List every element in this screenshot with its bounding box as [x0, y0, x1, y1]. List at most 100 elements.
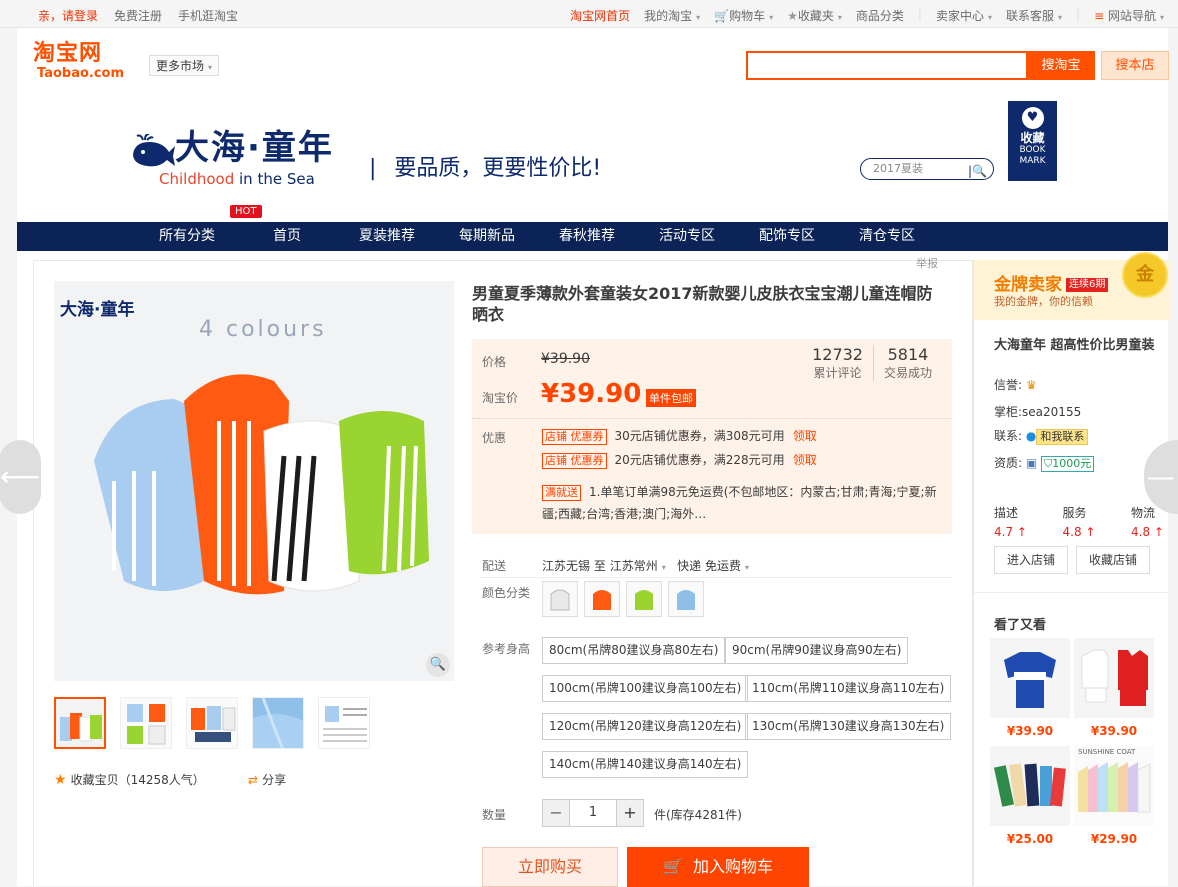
ship-method-dropdown[interactable]: 快递 免运费 ▾: [677, 559, 749, 573]
shop-name[interactable]: 大海童年 超高性价比男童装: [994, 334, 1155, 353]
color-option-blue[interactable]: [668, 581, 704, 617]
report-link[interactable]: 举报: [916, 255, 938, 271]
carousel-prev-arrow[interactable]: ⟵: [0, 440, 41, 514]
zoom-icon[interactable]: 🔍: [426, 653, 450, 677]
recommendation-photo: [1074, 638, 1154, 718]
seller-center-menu[interactable]: 卖家中心 ▾: [936, 7, 992, 24]
size-option-120[interactable]: 120cm(吊牌120建议身高120左右): [542, 713, 749, 740]
favorite-item-button[interactable]: ★ 收藏宝贝（14258人气）: [54, 771, 205, 788]
color-option-green[interactable]: [626, 581, 662, 617]
divider: |: [1076, 7, 1081, 21]
cart-icon: 🛒: [662, 857, 683, 876]
chevron-down-icon: ▾: [1159, 13, 1164, 22]
claim-coupon-link[interactable]: 领取: [793, 429, 817, 443]
size-option-140[interactable]: 140cm(吊牌140建议身高140左右): [542, 751, 749, 778]
quantity-plus-button[interactable]: +: [617, 800, 643, 826]
divider: |: [917, 7, 922, 21]
thumbnail-4[interactable]: [252, 697, 304, 749]
claim-coupon-link[interactable]: 领取: [793, 453, 817, 467]
recommendation-price: ¥25.00: [1006, 832, 1054, 846]
add-to-cart-button[interactable]: 🛒 加入购物车: [627, 847, 809, 887]
color-option-orange[interactable]: [584, 581, 620, 617]
mobile-link[interactable]: 手机逛淘宝: [178, 9, 238, 23]
favorite-shop-button[interactable]: 收藏店铺: [1076, 546, 1150, 574]
deposit-badge[interactable]: ⛉1000元: [1041, 456, 1095, 472]
recommendation-item[interactable]: SUNSHINE COAT ¥29.90: [1074, 746, 1154, 846]
product-main-image[interactable]: 大海·童年 4 colours 🔍: [54, 281, 454, 681]
manager-name[interactable]: sea20155: [1022, 405, 1081, 419]
ship-to-dropdown[interactable]: 江苏常州 ▾: [610, 559, 666, 573]
login-link[interactable]: 亲，请登录: [38, 9, 98, 23]
site-nav-menu[interactable]: ≡ 网站导航 ▾: [1094, 7, 1164, 24]
deposit-amount: 1000元: [1052, 457, 1092, 470]
cart-menu[interactable]: 🛒购物车 ▾: [714, 7, 773, 24]
my-taobao-menu[interactable]: 我的淘宝 ▾: [644, 7, 700, 24]
shop-search-input[interactable]: 2017夏装 |🔍: [860, 158, 994, 180]
rating-label: 描述: [994, 506, 1019, 520]
shop-brand[interactable]: 大海·童年 Childhood in the Sea: [129, 128, 334, 190]
promo-coupon-1: 店铺 优惠券 30元店铺优惠券，满308元可用 领取: [542, 427, 817, 445]
thumbnail-1[interactable]: [54, 697, 106, 749]
recommendation-item[interactable]: ¥39.90: [1074, 638, 1154, 738]
recommendation-item[interactable]: ¥39.90: [990, 638, 1070, 738]
stock-info: 件(库存4281件): [654, 808, 742, 822]
nav-item-events[interactable]: 活动专区: [637, 222, 737, 251]
shop-buttons: 进入店铺 收藏店铺: [994, 546, 1150, 574]
bookmark-label: 收藏: [1020, 131, 1045, 145]
recommendation-item[interactable]: ¥25.00: [990, 746, 1070, 846]
taobao-home-link[interactable]: 淘宝网首页: [570, 7, 630, 24]
thumbnail-photo: [319, 698, 369, 748]
shop-ratings: 描述 4.7 ↑ 服务 4.8 ↑ 物流 4.8 ↑: [994, 504, 1164, 539]
rating-score: 4.8 ↑: [1131, 525, 1164, 539]
nav-item-summer[interactable]: 夏装推荐: [337, 222, 437, 251]
free-shipping-badge: 单件包邮: [646, 389, 696, 407]
quantity-minus-button[interactable]: −: [543, 800, 569, 826]
nav-item-clearance[interactable]: 清仓专区: [837, 222, 937, 251]
shop-nav-items: 所有分类 首页 夏装推荐 每期新品 春秋推荐 活动专区 配饰专区 清仓专区: [137, 222, 937, 251]
favorites-menu[interactable]: ★收藏夹 ▾: [787, 7, 842, 24]
nav-item-all-categories[interactable]: 所有分类: [137, 222, 237, 251]
more-market-dropdown[interactable]: 更多市场 ▾: [149, 55, 220, 76]
contact-seller-button[interactable]: 和我联系: [1036, 429, 1089, 445]
reviews-label: 累计评论: [813, 366, 862, 380]
thumbnail-2[interactable]: [120, 697, 172, 749]
nav-item-spring-autumn[interactable]: 春秋推荐: [537, 222, 637, 251]
categories-link[interactable]: 商品分类: [856, 7, 904, 24]
size-option-130[interactable]: 130cm(吊牌130建议身高130左右): [745, 713, 952, 740]
consecutive-badge: 连续6期: [1066, 278, 1109, 292]
my-taobao-label: 我的淘宝: [644, 9, 693, 23]
search-shop-button[interactable]: 搜本店: [1101, 51, 1169, 80]
chevron-down-icon: ▾: [745, 563, 750, 572]
nav-item-accessories[interactable]: 配饰专区: [737, 222, 837, 251]
size-option-80[interactable]: 80cm(吊牌80建议身高80左右): [542, 637, 726, 664]
search-input[interactable]: [746, 51, 1028, 80]
register-link[interactable]: 免费注册: [114, 9, 162, 23]
enter-shop-button[interactable]: 进入店铺: [994, 546, 1068, 574]
crown-icon: ♛: [1026, 378, 1037, 392]
chevron-down-icon: ▾: [1058, 13, 1063, 22]
search-icon[interactable]: |🔍: [968, 161, 987, 181]
gift-tag: 满就送: [542, 485, 581, 501]
shop-search-placeholder: 2017夏装: [873, 162, 923, 175]
cart-icon: 🛒: [714, 9, 730, 23]
sales-label: 交易成功: [883, 366, 932, 380]
taobao-logo[interactable]: 淘宝网 Taobao.com: [33, 42, 131, 86]
size-option-110[interactable]: 110cm(吊牌110建议身高110左右): [745, 675, 952, 702]
coupon-tag: 店铺 优惠券: [542, 453, 607, 469]
share-button[interactable]: ⇄ 分享: [248, 771, 286, 788]
nav-item-home[interactable]: 首页: [237, 222, 337, 251]
buy-now-button[interactable]: 立即购买: [482, 847, 618, 887]
customer-service-menu[interactable]: 联系客服 ▾: [1006, 7, 1062, 24]
bookmark-button[interactable]: ♥ 收藏 BOOK MARK: [1008, 101, 1057, 181]
color-option-white[interactable]: [542, 581, 578, 617]
shop-sidebar: 金牌卖家 连续6期 我的金牌，你的信赖 金 大海童年 超高性价比男童装 信誉: ♛ …: [973, 252, 1169, 886]
nav-item-new[interactable]: 每期新品: [437, 222, 537, 251]
quantity-stepper: − 1 +: [542, 799, 644, 827]
size-option-90[interactable]: 90cm(吊牌90建议身高90左右): [725, 637, 909, 664]
quantity-input[interactable]: 1: [569, 800, 617, 826]
thumbnail-3[interactable]: [186, 697, 238, 749]
search-taobao-button[interactable]: 搜淘宝: [1027, 51, 1095, 80]
reviews-stat[interactable]: 12732 累计评论: [802, 345, 873, 381]
thumbnail-5[interactable]: [318, 697, 370, 749]
size-option-100[interactable]: 100cm(吊牌100建议身高100左右): [542, 675, 749, 702]
